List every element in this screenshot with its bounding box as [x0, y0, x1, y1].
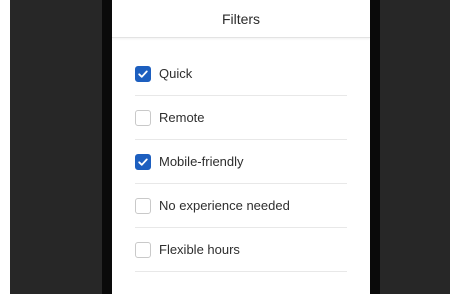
checkmark-icon	[138, 158, 148, 166]
checkbox[interactable]	[135, 65, 151, 82]
filter-option-no-experience[interactable]: No experience needed	[135, 184, 347, 228]
background-left	[10, 0, 102, 294]
filter-label: No experience needed	[159, 198, 290, 213]
filter-option-remote[interactable]: Remote	[135, 96, 347, 140]
checkbox[interactable]	[135, 197, 151, 214]
checkbox[interactable]	[135, 109, 151, 126]
filter-label: Flexible hours	[159, 242, 240, 257]
checkmark-icon	[138, 70, 148, 78]
filter-option-flexible-hours[interactable]: Flexible hours	[135, 228, 347, 272]
checkbox[interactable]	[135, 241, 151, 258]
filter-option-quick[interactable]: Quick	[135, 52, 347, 96]
checkbox[interactable]	[135, 153, 151, 170]
frame-edge-right	[370, 0, 380, 294]
panel-header: Filters	[112, 0, 370, 38]
panel-title: Filters	[221, 10, 261, 27]
filter-option-mobile-friendly[interactable]: Mobile-friendly	[135, 140, 347, 184]
filter-label: Quick	[159, 66, 193, 81]
frame-edge-left	[102, 0, 112, 294]
filter-label: Remote	[159, 110, 205, 125]
filter-list: Quick Remote Mobile-friendly No experien…	[135, 52, 347, 272]
filters-panel: Filters Quick Remote Mobile-friendly No …	[112, 0, 370, 294]
filter-label: Mobile-friendly	[159, 154, 244, 169]
background-right	[380, 0, 450, 294]
